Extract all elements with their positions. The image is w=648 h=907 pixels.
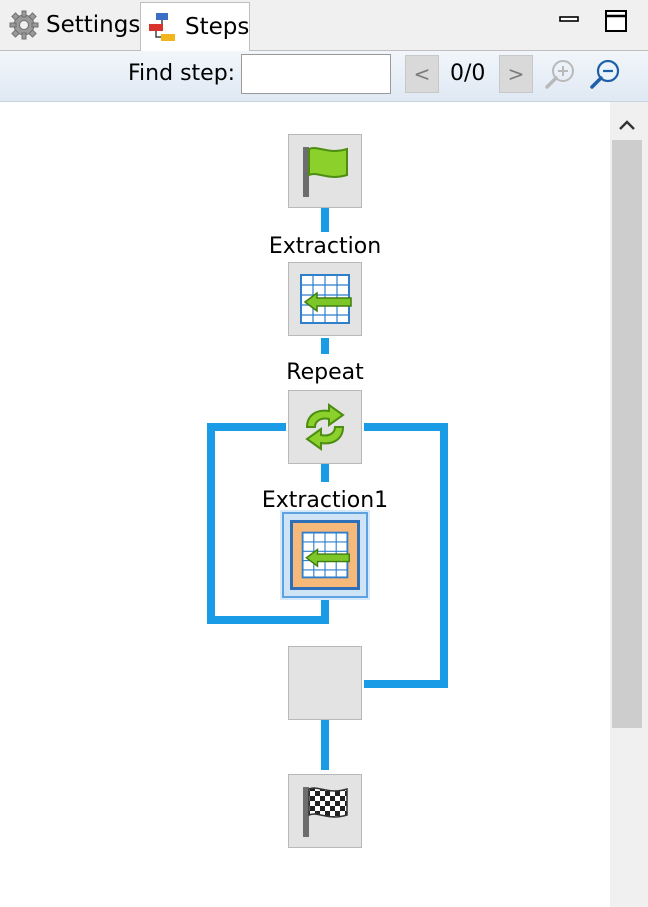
gear-icon — [8, 8, 40, 42]
minimize-icon — [559, 16, 579, 22]
zoom-out-icon — [590, 59, 620, 89]
chevron-up-icon — [619, 120, 635, 130]
view-tab-bar: Settings Steps — [0, 0, 648, 51]
previous-match-button[interactable]: < — [405, 55, 439, 93]
extraction1-step[interactable] — [282, 512, 368, 598]
start-step[interactable] — [288, 134, 362, 208]
next-match-button[interactable]: > — [499, 55, 533, 93]
find-step-input[interactable] — [241, 54, 391, 94]
repeat-step[interactable] — [288, 390, 362, 464]
chevron-left-icon: < — [413, 62, 431, 86]
find-toolbar: Find step: < 0/0 > — [0, 51, 648, 102]
end-step[interactable] — [288, 774, 362, 848]
find-step-label: Find step: — [128, 61, 236, 86]
green-flag-icon — [303, 147, 348, 197]
selected-step-frame — [290, 520, 360, 590]
maximize-button[interactable] — [603, 8, 629, 34]
loop-join-step[interactable] — [288, 646, 362, 720]
tab-steps-label: Steps — [185, 14, 250, 40]
checkered-flag-icon — [303, 787, 348, 837]
chevron-right-icon: > — [507, 62, 525, 86]
loop-right-connector — [364, 423, 448, 688]
tab-settings-label: Settings — [46, 12, 141, 38]
match-counter: 0/0 — [450, 61, 486, 86]
scroll-up-button[interactable] — [610, 112, 644, 138]
zoom-out-button[interactable] — [588, 57, 624, 93]
repeat-icon — [305, 403, 345, 451]
extraction-icon — [301, 531, 350, 579]
steps-icon — [147, 10, 179, 44]
zoom-in-icon — [545, 60, 574, 89]
step-label: Extraction1 — [261, 488, 389, 513]
maximize-icon — [605, 10, 627, 32]
tab-settings[interactable]: Settings — [2, 2, 141, 48]
extraction-step[interactable] — [288, 262, 362, 336]
zoom-in-button[interactable] — [543, 57, 579, 93]
step-label: Extraction — [268, 234, 382, 259]
extraction-icon — [300, 274, 352, 324]
minimize-button[interactable] — [556, 8, 582, 34]
scrollbar-thumb[interactable] — [612, 140, 642, 728]
step-label: Repeat — [286, 360, 364, 385]
tab-steps[interactable]: Steps — [140, 2, 250, 51]
